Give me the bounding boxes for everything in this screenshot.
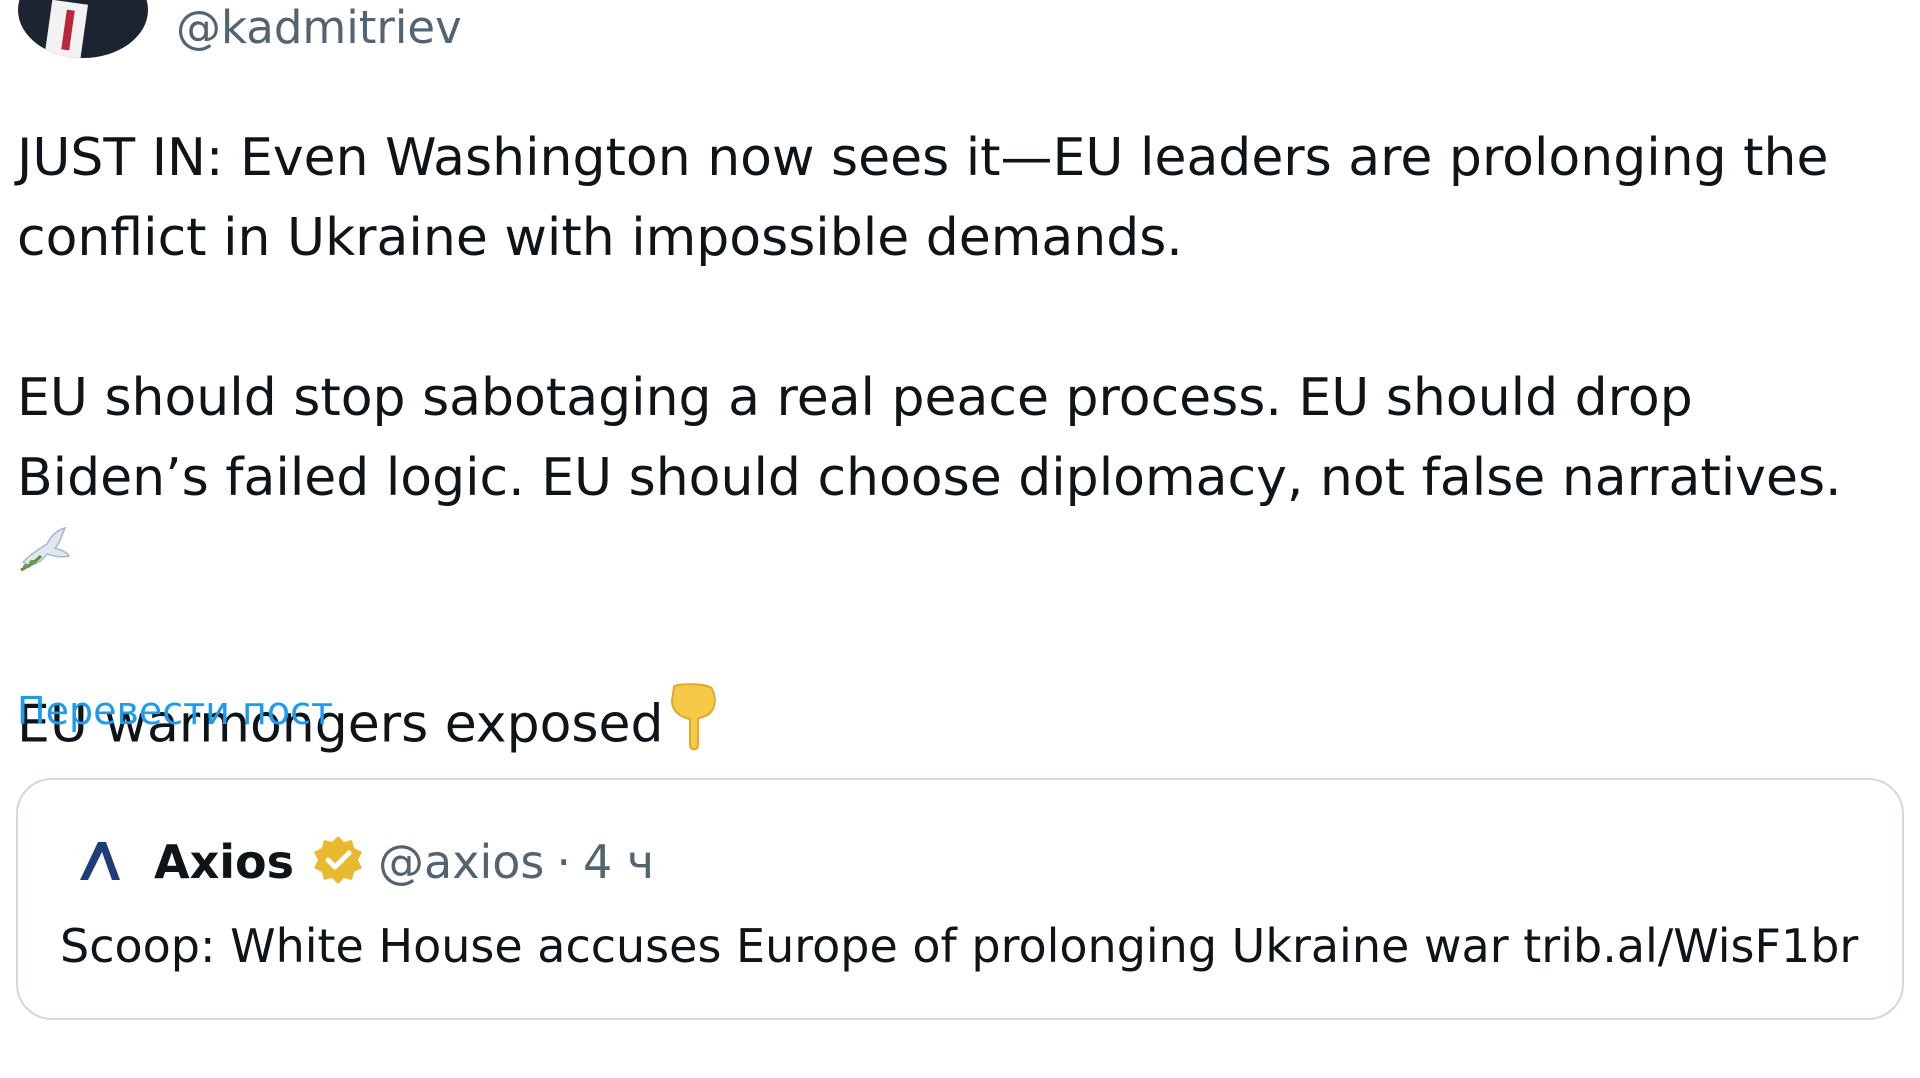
tweet-paragraph-1: JUST IN: Even Washington now sees it—EU … — [17, 128, 1829, 268]
quoted-tweet-time[interactable]: 4 ч — [583, 835, 654, 889]
quoted-tweet-text: Scoop: White House accuses Europe of pro… — [60, 919, 1859, 973]
tweet-text: JUST IN: Even Washington now sees it—EU … — [17, 118, 1897, 774]
avatar[interactable] — [18, 0, 148, 58]
separator-dot: · — [556, 835, 571, 889]
verified-badge-icon — [294, 834, 378, 890]
dove-icon — [17, 521, 73, 601]
quoted-author-handle[interactable]: @axios — [378, 835, 544, 889]
axios-logo-icon[interactable] — [76, 836, 154, 888]
quoted-tweet-header: Axios @axios · 4 ч — [76, 832, 654, 892]
backhand-index-pointing-down-icon — [664, 681, 722, 774]
author-handle[interactable]: @kadmitriev — [176, 2, 462, 54]
tweet-paragraph-2: EU should stop sabotaging a real peace p… — [17, 358, 1897, 601]
quoted-tweet-card[interactable]: Axios @axios · 4 ч Scoop: White House ac… — [16, 778, 1904, 1020]
translate-post-link[interactable]: Перевести пост — [17, 686, 333, 736]
quoted-author-name[interactable]: Axios — [154, 835, 294, 889]
tweet-paragraph-2-text: EU should stop sabotaging a real peace p… — [17, 368, 1842, 508]
